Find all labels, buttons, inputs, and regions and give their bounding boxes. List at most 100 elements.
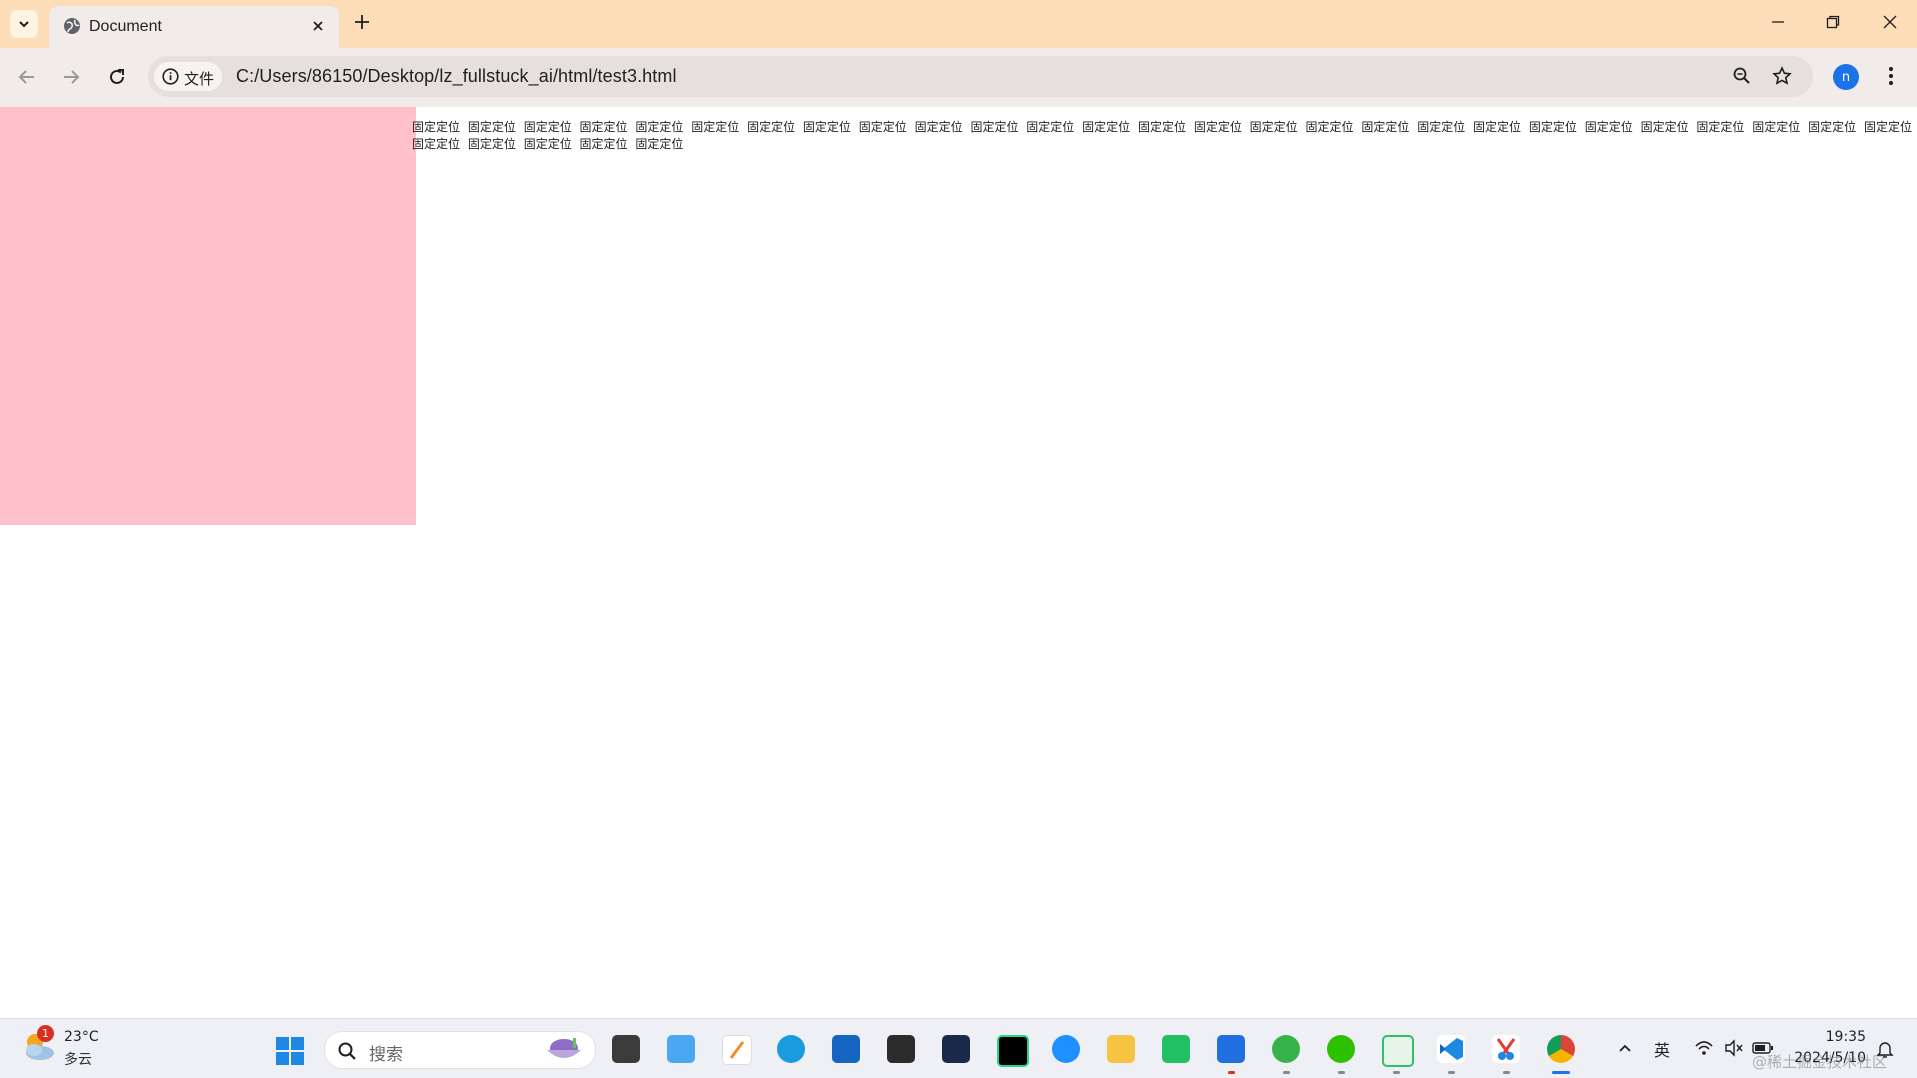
browser-toolbar: 文件 C:/Users/86150/Desktop/lz_fullstuck_a… bbox=[0, 48, 1917, 107]
repeated-text-item: 固定定位 bbox=[1137, 120, 1186, 134]
show-hidden-icons-icon[interactable] bbox=[1617, 1041, 1633, 1055]
running-indicator bbox=[1228, 1071, 1235, 1074]
running-indicator bbox=[1338, 1071, 1345, 1074]
devecoStudio-icon[interactable] bbox=[942, 1035, 970, 1063]
globe-icon bbox=[64, 18, 80, 34]
running-indicator bbox=[1283, 1071, 1290, 1074]
green-app-icon[interactable] bbox=[1162, 1035, 1190, 1063]
repeated-text-item: 固定定位 bbox=[412, 137, 461, 151]
repeated-text-item: 固定定位 bbox=[914, 120, 963, 134]
search-icon bbox=[338, 1042, 356, 1060]
repeated-text-item: 固定定位 bbox=[635, 137, 684, 151]
reload-icon[interactable] bbox=[106, 66, 128, 88]
forward-icon[interactable] bbox=[60, 66, 82, 88]
chrome-icon[interactable] bbox=[1547, 1035, 1575, 1063]
windows-start-icon[interactable] bbox=[276, 1037, 304, 1065]
weather-condition: 多云 bbox=[64, 1052, 92, 1068]
repeated-text-item: 固定定位 bbox=[523, 120, 572, 134]
repeated-text-item: 固定定位 bbox=[747, 120, 796, 134]
page-viewport: 固定定位 固定定位 固定定位 固定定位 固定定位 固定定位 固定定位 固定定位 … bbox=[0, 107, 1917, 1018]
repeated-text-item: 固定定位 bbox=[1528, 120, 1577, 134]
pycharm-icon[interactable] bbox=[997, 1035, 1029, 1067]
repeated-text-item: 固定定位 bbox=[1361, 120, 1410, 134]
repeated-text-item: 固定定位 bbox=[579, 120, 628, 134]
close-window-icon[interactable] bbox=[1881, 13, 1899, 31]
vscode-icon[interactable] bbox=[1437, 1035, 1465, 1063]
repeated-text-item: 固定定位 bbox=[635, 120, 684, 134]
url-text[interactable]: C:/Users/86150/Desktop/lz_fullstuck_ai/h… bbox=[236, 66, 677, 87]
repeated-text-item: 固定定位 bbox=[1417, 120, 1466, 134]
address-bar[interactable]: 文件 C:/Users/86150/Desktop/lz_fullstuck_a… bbox=[148, 56, 1813, 97]
remote-desktop-icon[interactable] bbox=[1382, 1035, 1414, 1067]
notification-bell-icon[interactable] bbox=[1876, 1039, 1894, 1059]
repeated-text-item: 固定定位 bbox=[858, 120, 907, 134]
taskbar: 1 23°C 多云 搜索 英 19:35 2024/5/10 @稀土掘金技术社区 bbox=[0, 1018, 1917, 1078]
repeated-text-flow: 固定定位 固定定位 固定定位 固定定位 固定定位 固定定位 固定定位 固定定位 … bbox=[412, 119, 1912, 153]
chevron-down-icon bbox=[19, 21, 29, 28]
repeated-text-item: 固定定位 bbox=[1193, 120, 1242, 134]
running-indicator bbox=[1448, 1071, 1455, 1074]
back-icon[interactable] bbox=[16, 66, 38, 88]
snipping-tool-icon[interactable] bbox=[1492, 1035, 1520, 1063]
active-indicator bbox=[1552, 1071, 1570, 1074]
repeated-text-item: 固定定位 bbox=[1863, 120, 1912, 134]
search-highlight-icon bbox=[547, 1038, 581, 1058]
search-placeholder: 搜索 bbox=[369, 1045, 403, 1065]
more-menu-icon[interactable] bbox=[1886, 64, 1896, 88]
repeated-text-item: 固定定位 bbox=[1305, 120, 1354, 134]
edge-icon[interactable] bbox=[777, 1035, 805, 1063]
fixed-pink-box bbox=[0, 107, 416, 525]
close-tab-icon[interactable] bbox=[309, 17, 327, 35]
restore-icon[interactable] bbox=[1824, 13, 1842, 31]
explorer-icon[interactable] bbox=[1107, 1035, 1135, 1063]
tab-document[interactable]: Document bbox=[49, 6, 339, 48]
security-shield-icon[interactable] bbox=[1217, 1035, 1245, 1063]
running-indicator bbox=[1503, 1071, 1510, 1074]
ie-icon[interactable] bbox=[1052, 1035, 1080, 1063]
clock-time[interactable]: 19:35 bbox=[1793, 1029, 1866, 1045]
repeated-text-item: 固定定位 bbox=[802, 120, 851, 134]
repeated-text-item: 固定定位 bbox=[691, 120, 740, 134]
unity-icon[interactable] bbox=[887, 1035, 915, 1063]
task-view-icon[interactable] bbox=[612, 1035, 640, 1063]
repeated-text-item: 固定定位 bbox=[467, 120, 516, 134]
repeated-text-item: 固定定位 bbox=[467, 137, 516, 151]
repeated-text-item: 固定定位 bbox=[412, 120, 461, 134]
tab-search-button[interactable] bbox=[10, 10, 38, 38]
repeated-text-item: 固定定位 bbox=[1584, 120, 1633, 134]
minimize-icon[interactable] bbox=[1769, 13, 1787, 31]
store-icon[interactable] bbox=[832, 1035, 860, 1063]
file-label: 文件 bbox=[184, 70, 215, 88]
repeated-text-item: 固定定位 bbox=[1473, 120, 1522, 134]
volume-muted-icon[interactable] bbox=[1724, 1039, 1744, 1057]
running-indicator bbox=[1393, 1071, 1400, 1074]
site-info-chip[interactable]: 文件 bbox=[154, 62, 222, 91]
repeated-text-item: 固定定位 bbox=[1249, 120, 1298, 134]
repeated-text-item: 固定定位 bbox=[1808, 120, 1857, 134]
repeated-text-item: 固定定位 bbox=[1082, 120, 1131, 134]
ime-indicator[interactable]: 英 bbox=[1654, 1037, 1670, 1061]
files-icon[interactable] bbox=[667, 1035, 695, 1063]
repeated-text-item: 固定定位 bbox=[1696, 120, 1745, 134]
repeated-text-item: 固定定位 bbox=[1752, 120, 1801, 134]
new-tab-icon[interactable] bbox=[353, 13, 371, 31]
repeated-text-item: 固定定位 bbox=[1640, 120, 1689, 134]
wechat-icon[interactable] bbox=[1327, 1035, 1355, 1063]
weather-badge: 1 bbox=[37, 1025, 54, 1042]
weather-temperature: 23°C bbox=[64, 1029, 99, 1045]
notes-icon[interactable] bbox=[722, 1035, 752, 1065]
bookmark-star-icon[interactable] bbox=[1772, 66, 1792, 86]
profile-avatar[interactable]: n bbox=[1833, 64, 1859, 90]
info-icon bbox=[162, 68, 179, 85]
tab-strip: Document bbox=[0, 0, 1917, 48]
zoom-icon[interactable] bbox=[1732, 66, 1752, 86]
repeated-text-item: 固定定位 bbox=[1026, 120, 1075, 134]
taskbar-search[interactable]: 搜索 bbox=[324, 1031, 596, 1069]
tab-title: Document bbox=[89, 18, 162, 35]
repeated-text-item: 固定定位 bbox=[523, 137, 572, 151]
360-browser-icon[interactable] bbox=[1272, 1035, 1300, 1063]
watermark: @稀土掘金技术社区 bbox=[1752, 1053, 1888, 1071]
repeated-text-item: 固定定位 bbox=[970, 120, 1019, 134]
wifi-icon[interactable] bbox=[1694, 1039, 1714, 1057]
repeated-text-item: 固定定位 bbox=[579, 137, 628, 151]
